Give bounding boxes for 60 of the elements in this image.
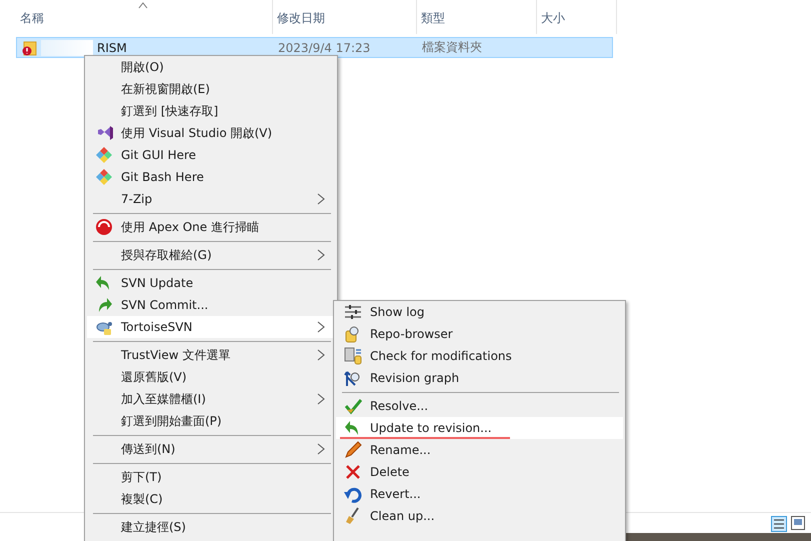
chevron-icon	[317, 321, 325, 333]
menu-item[interactable]: Resolve...	[336, 395, 623, 417]
document-icon	[344, 347, 362, 365]
menu-item[interactable]: Update to revision...	[336, 417, 623, 439]
menu-item[interactable]: 在新視窗開啟(E)	[87, 78, 335, 100]
menu-item[interactable]: 使用 Apex One 進行掃瞄	[87, 216, 335, 238]
chevron-icon	[317, 443, 325, 455]
checkmark-icon	[344, 397, 362, 415]
menu-item[interactable]: Revert...	[336, 483, 623, 505]
details-view-icon[interactable]	[771, 516, 787, 532]
menu-item[interactable]: Git GUI Here	[87, 144, 335, 166]
menu-item[interactable]: Delete	[336, 461, 623, 483]
menu-item[interactable]: 建立捷徑(S)	[87, 516, 335, 538]
column-header[interactable]: 大小	[537, 0, 617, 34]
large-icons-view-icon[interactable]	[791, 516, 805, 530]
menu-item[interactable]: Git Bash Here	[87, 166, 335, 188]
menu-item[interactable]: SVN Update	[87, 272, 335, 294]
chevron-icon	[317, 349, 325, 361]
bowtie-icon	[95, 124, 113, 142]
cross-icon	[344, 463, 362, 481]
chevron-icon	[317, 393, 325, 405]
sort-caret-icon	[138, 1, 148, 9]
sliders-icon	[344, 303, 362, 321]
graph-icon	[344, 369, 362, 387]
menu-item[interactable]: SVN Commit...	[87, 294, 335, 316]
menu-item[interactable]: 使用 Visual Studio 開啟(V)	[87, 122, 335, 144]
pencil-icon	[344, 441, 362, 459]
file-row[interactable]: RISM 2023/9/4 17:23 檔案資料夾	[16, 37, 613, 58]
blurred-block	[41, 40, 93, 56]
menu-item[interactable]: TortoiseSVN	[87, 316, 335, 338]
column-header[interactable]: 類型	[417, 0, 537, 34]
modified-date: 2023/9/4 17:23	[277, 40, 372, 54]
column-header[interactable]: 修改日期	[273, 0, 417, 34]
menu-item[interactable]: Repo-browser	[336, 323, 623, 345]
folder-warning-icon	[21, 40, 37, 56]
menu-item[interactable]: Clean up...	[336, 505, 623, 527]
menu-item[interactable]: TrustView 文件選單	[87, 344, 335, 366]
menu-item[interactable]: Revision graph	[336, 367, 623, 389]
chevron-icon	[317, 193, 325, 205]
chevron-icon	[317, 249, 325, 261]
menu-item[interactable]: 釘選到開始畫面(P)	[87, 410, 335, 432]
menu-item[interactable]: 剪下(T)	[87, 466, 335, 488]
menu-item[interactable]: Show log	[336, 301, 623, 323]
menu-item[interactable]: 加入至媒體櫃(I)	[87, 388, 335, 410]
menu-item[interactable]: 還原舊版(V)	[87, 366, 335, 388]
file-type: 檔案資料夾	[421, 39, 483, 56]
file-name: RISM	[97, 40, 127, 54]
diamond-icon	[95, 146, 113, 164]
menu-item[interactable]: 釘選到 [快速存取]	[87, 100, 335, 122]
menu-item[interactable]: 7-Zip	[87, 188, 335, 210]
menu-item[interactable]: Rename...	[336, 439, 623, 461]
menu-item[interactable]: 授與存取權給(G)	[87, 244, 335, 266]
menu-item[interactable]: 開啟(O)	[87, 56, 335, 78]
undo-arrow-icon	[344, 485, 362, 503]
menu-item[interactable]: Check for modifications	[336, 345, 623, 367]
menu-item[interactable]: 複製(C)	[87, 488, 335, 510]
circle-logo-icon	[95, 218, 113, 236]
menu-item[interactable]: 傳送到(N)	[87, 438, 335, 460]
column-header[interactable]: 名稱	[16, 0, 273, 34]
diamond-icon	[95, 168, 113, 186]
